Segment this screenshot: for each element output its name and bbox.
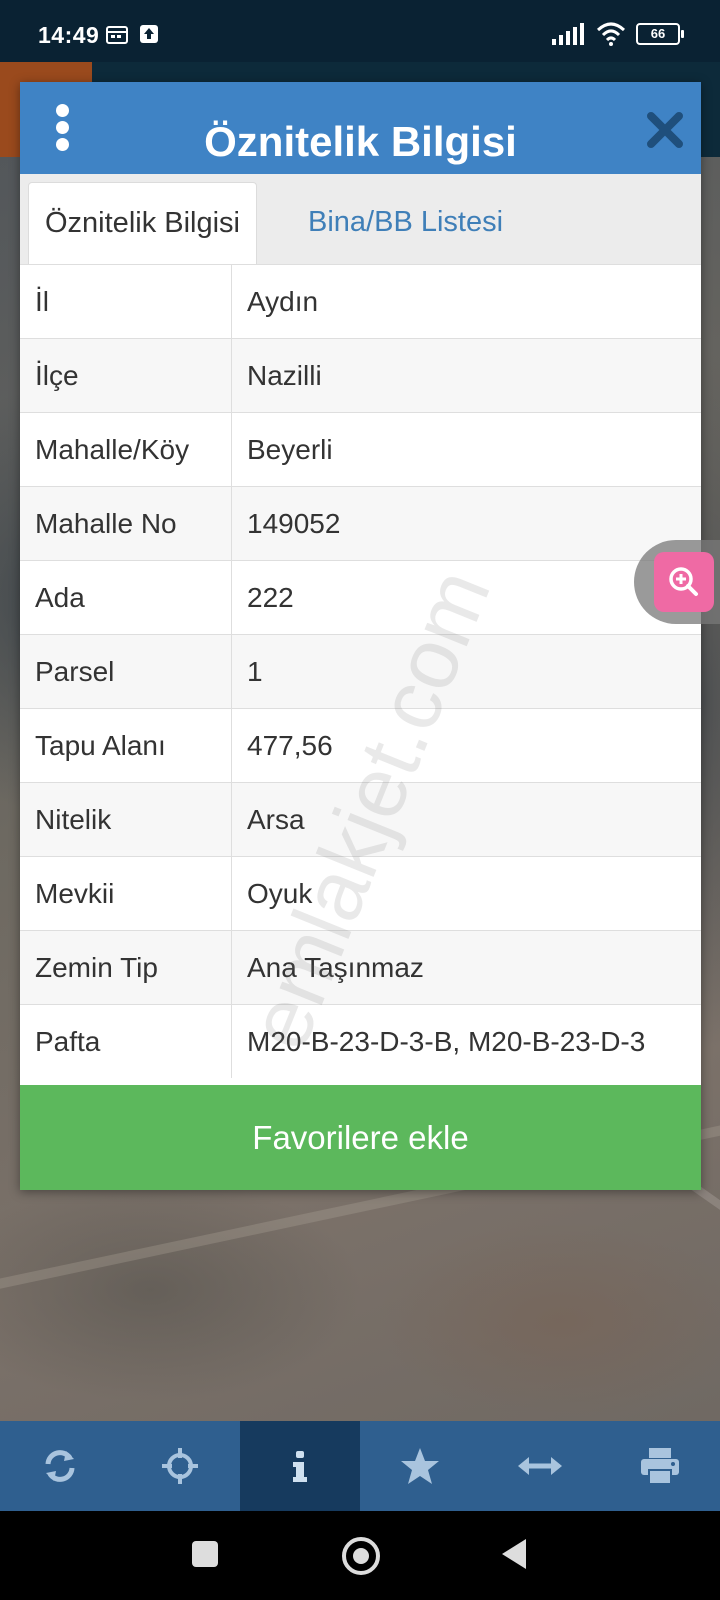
attribute-info-dialog: Öznitelik Bilgisi Öznitelik Bilgisi Bina… [20, 82, 701, 1190]
row-key: Pafta [20, 1004, 232, 1078]
table-row: Ada 222 [20, 560, 701, 635]
bottom-toolbar [0, 1421, 720, 1511]
table-row: Mahalle/Köy Beyerli [20, 412, 701, 487]
tab-attribute-info[interactable]: Öznitelik Bilgisi [28, 182, 257, 265]
info-button[interactable] [240, 1421, 360, 1511]
row-key: Mahalle No [20, 486, 232, 561]
dialog-tabs: Öznitelik Bilgisi Bina/BB Listesi [20, 174, 701, 265]
zoom-button-holder [634, 540, 720, 624]
add-to-favorites-button[interactable]: Favorilere ekle [20, 1085, 701, 1190]
row-value: 222 [231, 560, 701, 635]
row-value: Ana Taşınmaz [231, 930, 701, 1005]
star-icon [401, 1448, 439, 1484]
system-navigation-bar [0, 1511, 720, 1600]
row-key: Nitelik [20, 782, 232, 857]
row-key: Mahalle/Köy [20, 412, 232, 487]
calendar-icon [106, 26, 128, 44]
row-value: Aydın [231, 264, 701, 339]
favorites-button[interactable] [360, 1421, 480, 1511]
recent-apps-button[interactable] [192, 1541, 218, 1567]
measure-button[interactable] [480, 1421, 600, 1511]
row-value: 149052 [231, 486, 701, 561]
upload-notification-icon [140, 25, 158, 43]
row-value: Oyuk [231, 856, 701, 931]
arrows-horizontal-icon [518, 1457, 562, 1475]
table-row: İl Aydın [20, 264, 701, 339]
attribute-table: İl Aydın İlçe Nazilli Mahalle/Köy Beyerli M… [20, 264, 701, 1078]
refresh-icon [45, 1450, 75, 1482]
row-key: Parsel [20, 634, 232, 709]
table-row: İlçe Nazilli [20, 338, 701, 413]
dialog-header: Öznitelik Bilgisi [20, 82, 701, 174]
refresh-button[interactable] [0, 1421, 120, 1511]
signal-icon [552, 23, 584, 45]
home-button[interactable] [342, 1537, 380, 1575]
table-row: Tapu Alanı 477,56 [20, 708, 701, 783]
row-value: 1 [231, 634, 701, 709]
close-icon[interactable] [643, 108, 687, 152]
row-key: Tapu Alanı [20, 708, 232, 783]
table-row: Pafta M20-B-23-D-3-B, M20-B-23-D-3 [20, 1004, 701, 1078]
battery-indicator: 66 [636, 23, 684, 45]
wifi-icon [596, 22, 626, 46]
row-value: Arsa [231, 782, 701, 857]
table-row: Parsel 1 [20, 634, 701, 709]
info-icon [293, 1451, 307, 1482]
tab-building-list[interactable]: Bina/BB Listesi [292, 182, 519, 264]
status-bar: 14:49 66 [0, 0, 720, 62]
row-key: Ada [20, 560, 232, 635]
back-button[interactable] [502, 1539, 526, 1569]
row-key: İlçe [20, 338, 232, 413]
zoom-in-icon [669, 567, 698, 596]
table-row: Mevkii Oyuk [20, 856, 701, 931]
locate-button[interactable] [120, 1421, 240, 1511]
dialog-title: Öznitelik Bilgisi [204, 118, 517, 165]
status-time: 14:49 [38, 22, 100, 48]
row-value: Beyerli [231, 412, 701, 487]
crosshair-icon [162, 1448, 198, 1484]
row-value: 477,56 [231, 708, 701, 783]
row-value: Nazilli [231, 338, 701, 413]
row-key: Zemin Tip [20, 930, 232, 1005]
print-icon [641, 1448, 679, 1485]
print-button[interactable] [600, 1421, 720, 1511]
row-key: İl [20, 264, 232, 339]
table-row: Zemin Tip Ana Taşınmaz [20, 930, 701, 1005]
row-value: M20-B-23-D-3-B, M20-B-23-D-3 [231, 1004, 701, 1078]
table-row: Nitelik Arsa [20, 782, 701, 857]
table-row: Mahalle No 149052 [20, 486, 701, 561]
zoom-in-button[interactable] [654, 552, 714, 612]
row-key: Mevkii [20, 856, 232, 931]
